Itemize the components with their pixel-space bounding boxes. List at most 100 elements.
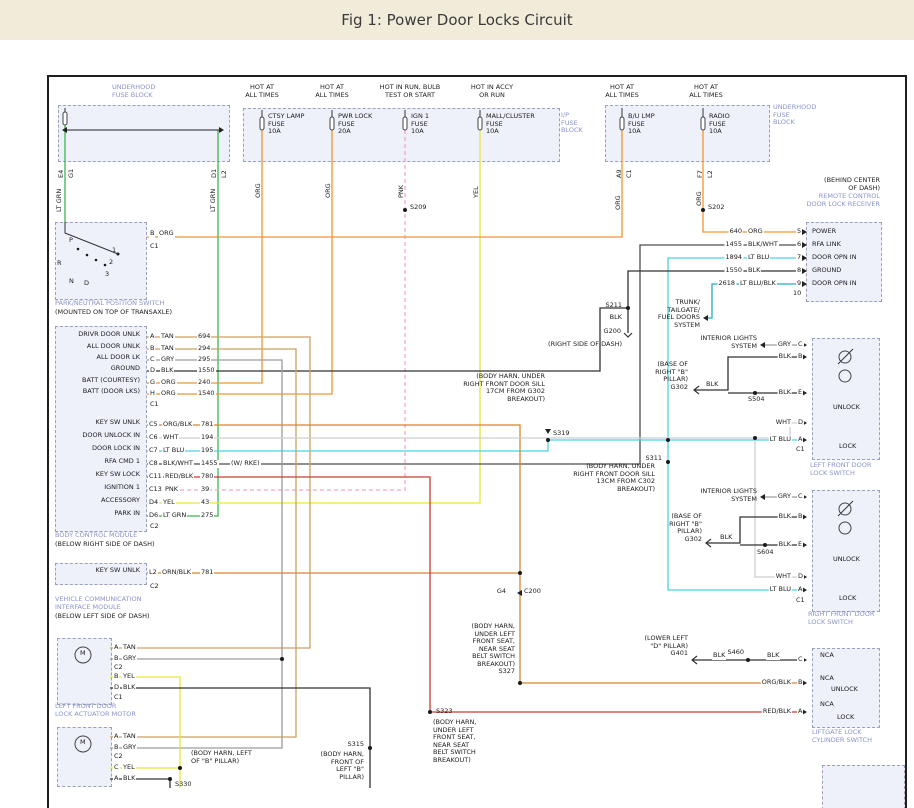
text-label: G: [149, 379, 156, 387]
text-label: WHT: [775, 573, 792, 581]
text-label: DOOR LOCK IN: [92, 445, 140, 453]
splice-s460: S460: [727, 649, 744, 657]
ground-g401-label: (LOWER LEFT "D" PILLAR) G401: [645, 635, 688, 658]
text-label: YEL: [162, 499, 176, 507]
text-label: B: [797, 679, 803, 687]
text-label: HOT AT ALL TIMES: [689, 84, 722, 99]
text-label: A: [797, 436, 803, 444]
text-label: GRY: [122, 655, 137, 663]
text-label: 6: [796, 241, 802, 249]
text-label: HOT AT ALL TIMES: [605, 84, 638, 99]
splice-s327-note: (BODY HARN, UNDER LEFT FRONT SEAT, NEAR …: [472, 623, 515, 676]
text-label: HOT AT ALL TIMES: [245, 84, 278, 99]
text-label: DRIVR DOOR UNLK: [78, 331, 140, 339]
text-label: D1: [211, 169, 219, 178]
text-label: BLK: [778, 541, 792, 549]
text-label: BLK: [705, 381, 719, 389]
text-label: M: [80, 650, 86, 658]
interior-lights-label-1: INTERIOR LIGHTS SYSTEM: [700, 335, 757, 350]
text-label: C5: [148, 421, 159, 429]
bu-lmp-fuse-label: B/U LMP FUSE 10A: [628, 113, 655, 136]
text-label: B: [797, 513, 803, 521]
text-label: TAN: [160, 333, 175, 341]
text-label: B: [797, 353, 803, 361]
text-label: A: [113, 733, 119, 741]
text-label: (BODY HARN, UNDER RIGHT FRONT DOOR SILL …: [573, 463, 655, 493]
text-label: BATT (COURTESY): [82, 377, 140, 385]
lf-door-actuator-label: LEFT FRONT DOOR LOCK ACTUATOR MOTOR: [55, 703, 136, 718]
text-label: 7: [796, 254, 802, 262]
text-label: 5: [796, 228, 802, 236]
underhood-fuse-block-label-left: UNDERHOOD FUSE BLOCK: [112, 84, 155, 99]
text-label: 10: [793, 290, 801, 298]
remote-receiver-label: REMOTE CONTROL DOOR LOCK RECEIVER: [807, 193, 880, 208]
text-label: 1455: [200, 460, 219, 468]
park-neutral-position-switch: [55, 222, 147, 300]
text-label: LOCK: [839, 443, 856, 451]
text-label: E: [797, 389, 803, 397]
text-label: C6: [148, 434, 159, 442]
text-label: ALL DOOR UNLK: [87, 343, 140, 351]
text-label: B: [113, 744, 119, 752]
text-label: DOOR OPN IN: [812, 280, 857, 288]
text-label: C11: [148, 473, 163, 481]
text-label: 3: [105, 271, 109, 279]
text-label: ORG: [158, 230, 175, 238]
text-label: C13: [148, 486, 163, 494]
text-label: 1455: [724, 241, 743, 249]
splice-s330: S330: [175, 781, 192, 789]
text-label: LT GRN: [210, 189, 218, 212]
text-label: IGNITION 1: [104, 484, 140, 492]
text-label: C2: [114, 664, 123, 672]
text-label: C2: [114, 753, 123, 761]
text-label: GROUND: [812, 267, 841, 275]
text-label: 9: [796, 280, 802, 288]
underhood-fuse-block-label-right: UNDERHOOD FUSE BLOCK: [773, 104, 816, 127]
text-label: PNK: [164, 486, 179, 494]
text-label: BLK: [122, 775, 136, 783]
text-label: KEY SW UNLK: [95, 567, 140, 575]
text-label: UNLOCK: [833, 556, 860, 564]
text-label: F7: [697, 170, 705, 178]
splice-s209: S209: [410, 204, 427, 212]
text-label: KEY SW UNLK: [95, 419, 140, 427]
text-label: LT BLU/BLK: [739, 280, 777, 288]
text-label: RED/BLK: [164, 473, 194, 481]
text-label: 8: [796, 267, 802, 275]
text-label: PNK: [398, 185, 406, 198]
text-label: BLK: [778, 353, 792, 361]
text-label: C1: [150, 401, 159, 409]
text-label: C: [797, 656, 804, 664]
ground-g200-label: G200: [604, 328, 621, 336]
pnp-switch-label: PARK/NEUTRAL POSITION SWITCH: [55, 300, 165, 308]
text-label: 781: [200, 569, 214, 577]
text-label: ORG/BLK: [162, 421, 193, 429]
text-label: A: [113, 775, 119, 783]
text-label: 1540: [197, 390, 216, 398]
text-label: G4: [497, 588, 506, 596]
text-label: DOOR OPN IN: [812, 254, 857, 262]
text-label: 194: [200, 434, 214, 442]
text-label: BLK: [766, 652, 780, 660]
text-label: E4: [58, 170, 66, 178]
text-label: (BEHIND CENTER OF DASH): [824, 177, 880, 192]
text-label: 240: [197, 379, 211, 387]
text-label: C2: [150, 523, 159, 531]
radio-fuse-label: RADIO FUSE 10A: [709, 113, 730, 136]
text-label: A: [113, 644, 119, 652]
text-label: (BELOW LEFT SIDE OF DASH): [55, 613, 150, 621]
text-label: 295: [197, 356, 211, 364]
splice-s604: S604: [757, 549, 774, 557]
text-label: BATT (DOOR LKS): [83, 388, 140, 396]
text-label: GRY: [122, 744, 137, 752]
text-label: (BODY HARN, UNDER RIGHT FRONT DOOR SILL …: [463, 373, 545, 403]
partial-box-bottom-right: [822, 765, 905, 808]
text-label: LT BLU: [162, 447, 185, 455]
text-label: 1550: [724, 267, 743, 275]
vcim-label: VEHICLE COMMUNICATION INTERFACE MODULE: [55, 596, 141, 611]
text-label: TAN: [122, 644, 137, 652]
text-label: R: [57, 260, 62, 268]
ctsy-lamp-fuse-label: CTSY LAMP FUSE 10A: [268, 113, 304, 136]
text-label: GRY: [777, 493, 792, 501]
lf-door-switch-label: LEFT FRONT DOOR LOCK SWITCH: [810, 462, 871, 477]
